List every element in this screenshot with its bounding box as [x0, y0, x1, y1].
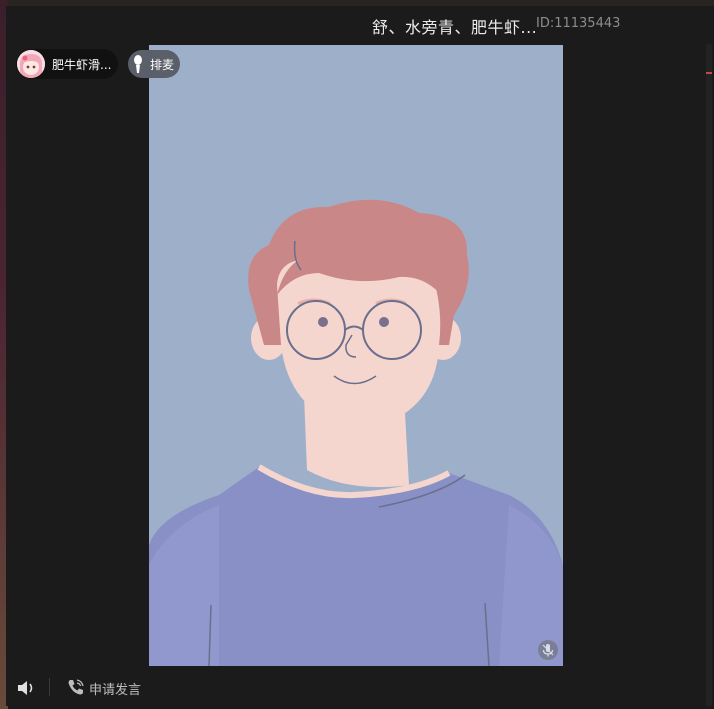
mic-muted-icon — [538, 640, 558, 660]
title-bar: 舒、水旁青、肥牛虾... ID:11135443 — [6, 6, 712, 42]
apply-speak-button[interactable]: 申请发言 — [89, 679, 141, 698]
phone-icon[interactable] — [67, 678, 85, 696]
host-badge[interactable]: 肥牛虾滑... — [16, 49, 118, 79]
microphone-icon — [134, 55, 142, 73]
queue-label: 排麦 — [150, 58, 175, 72]
divider — [49, 678, 50, 696]
person-illustration — [149, 45, 563, 666]
room-id: ID:11135443 — [536, 16, 621, 31]
speaker-icon[interactable] — [17, 679, 37, 697]
avatar[interactable] — [17, 50, 45, 78]
scroll-indicator — [706, 72, 712, 74]
scrollbar[interactable] — [706, 44, 712, 706]
window-title: 舒、水旁青、肥牛虾... — [372, 18, 538, 37]
video-call-window: 舒、水旁青、肥牛虾... ID:11135443 肥牛虾滑... 排麦 申请发言 — [6, 6, 712, 706]
video-feed — [149, 45, 563, 666]
queue-button[interactable]: 排麦 — [128, 50, 180, 78]
host-name: 肥牛虾滑... — [52, 58, 112, 72]
